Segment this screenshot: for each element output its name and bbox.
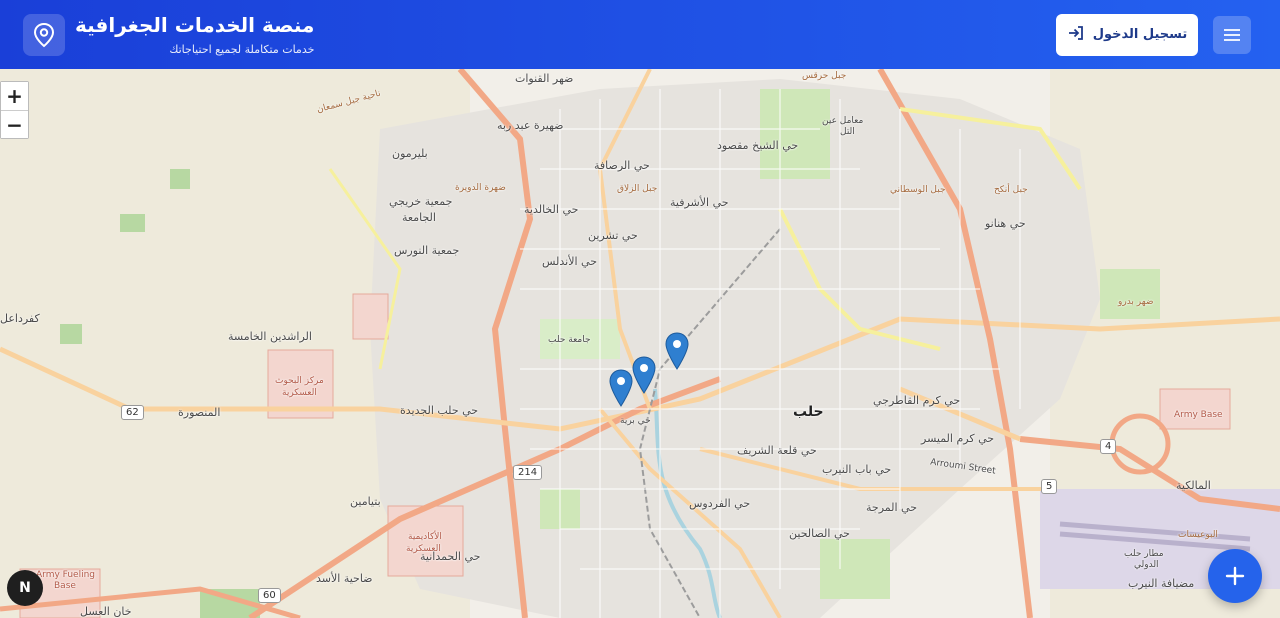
map-marker-icon[interactable] [665, 332, 689, 370]
map-label: المالكية [1176, 479, 1211, 492]
map-label: حي كرم القاطرجي [873, 394, 961, 407]
map-label: خان العسل [80, 605, 132, 618]
map-label: حي الفردوس [689, 497, 751, 510]
map-label: جبل أنكح [994, 185, 1028, 195]
map-label: ضهر بدرو [1118, 297, 1154, 307]
map-label: حي الرصافة [594, 159, 650, 172]
map-canvas[interactable]: + − ضهر القنوات ضهيرة عبد ربه بليرمون جم… [0, 69, 1280, 618]
map-label: حي قلعة الشريف [737, 444, 817, 457]
road-shield: 5 [1041, 479, 1058, 494]
map-label: حي حلب الجديدة [400, 404, 479, 417]
map-label: الراشدين الخامسة [228, 330, 312, 343]
map-label: البوعيسات [1178, 530, 1218, 540]
compass-label: N [19, 580, 31, 596]
zoom-control: + − [0, 81, 29, 139]
map-label: حي الخالدية [524, 203, 579, 216]
map-label: حي الصالحين [789, 527, 850, 540]
map-pin-icon [23, 13, 65, 56]
map-label: مركز البحوث [275, 376, 324, 386]
login-button[interactable]: تسجيل الدخول [1056, 13, 1198, 56]
zoom-in-button[interactable]: + [1, 82, 28, 110]
road-shield: 214 [513, 465, 543, 480]
map-label: ضهر القنوات [515, 72, 574, 85]
map-label: ضهرة الدويرة [455, 183, 506, 193]
map-label: العسكرية [282, 388, 317, 398]
map-label: حي تشرين [588, 229, 638, 242]
map-label: Army Base [1174, 410, 1223, 420]
map-label: معامل عين [822, 116, 864, 126]
map-label: Base [54, 581, 76, 591]
zoom-out-button[interactable]: − [1, 110, 28, 138]
map-label: Army Fueling [36, 570, 95, 580]
road-shield: 62 [121, 405, 144, 420]
map-label: جمعية خريجي [389, 195, 453, 208]
map-label: مطار حلب [1124, 549, 1164, 559]
app-header: منصة الخدمات الجغرافية خدمات متكاملة لجم… [0, 0, 1280, 69]
brand-text: منصة الخدمات الجغرافية خدمات متكاملة لجم… [75, 12, 314, 58]
login-arrow-icon [1067, 25, 1085, 45]
road-shield: 60 [258, 588, 281, 603]
map-label: حي الحمدانية [420, 550, 481, 563]
map-label: المنصورة [178, 406, 221, 419]
page-title: منصة الخدمات الجغرافية [75, 12, 315, 37]
map-label: الجامعة [402, 211, 436, 224]
map-label: الدولي [1134, 560, 1159, 570]
map-label: كفرداعل [0, 312, 40, 325]
map-label: حي هنانو [985, 217, 1026, 230]
map-label: جبل الوسطاني [890, 185, 946, 195]
map-label: ضاحية الأسد [316, 572, 373, 585]
map-label: حي الأشرفية [670, 196, 729, 209]
map-label: ضهيرة عبد ربه [497, 119, 564, 132]
brand[interactable]: منصة الخدمات الجغرافية خدمات متكاملة لجم… [23, 12, 314, 58]
map-label: جبل حرقس [802, 71, 847, 81]
map-label: الأكاديمية [408, 532, 442, 542]
map-label: حي المرجة [866, 501, 917, 514]
map-label: حي برية [620, 416, 651, 426]
compass-button[interactable]: N [7, 570, 43, 606]
hamburger-menu-icon[interactable] [1213, 15, 1251, 54]
map-label: بتيامين [350, 495, 381, 508]
page-subtitle: خدمات متكاملة لجميع احتياجاتك [169, 42, 315, 56]
header-actions: تسجيل الدخول [1056, 13, 1251, 56]
map-marker-icon[interactable] [632, 356, 656, 394]
road-shield: 4 [1100, 439, 1117, 454]
map-label: جبل الزلاق [617, 184, 658, 194]
map-label-city: حلب [793, 404, 824, 420]
map-label: جمعية النورس [394, 244, 460, 257]
add-location-button[interactable] [1208, 549, 1262, 603]
map-label: جامعة حلب [548, 335, 591, 345]
map-marker-icon[interactable] [609, 369, 633, 407]
map-label: حي الشيخ مقصود [717, 139, 799, 152]
map-label: مضيافة النيرب [1128, 577, 1195, 590]
plus-icon [1225, 566, 1245, 586]
map-label: بليرمون [392, 147, 428, 160]
map-label: حي باب النيرب [822, 463, 892, 476]
map-basemap [0, 69, 1280, 618]
login-button-label: تسجيل الدخول [1092, 27, 1188, 42]
map-label: التل [840, 127, 855, 137]
map-label: حي كرم الميسر [921, 432, 995, 445]
map-label: حي الأندلس [542, 255, 598, 268]
